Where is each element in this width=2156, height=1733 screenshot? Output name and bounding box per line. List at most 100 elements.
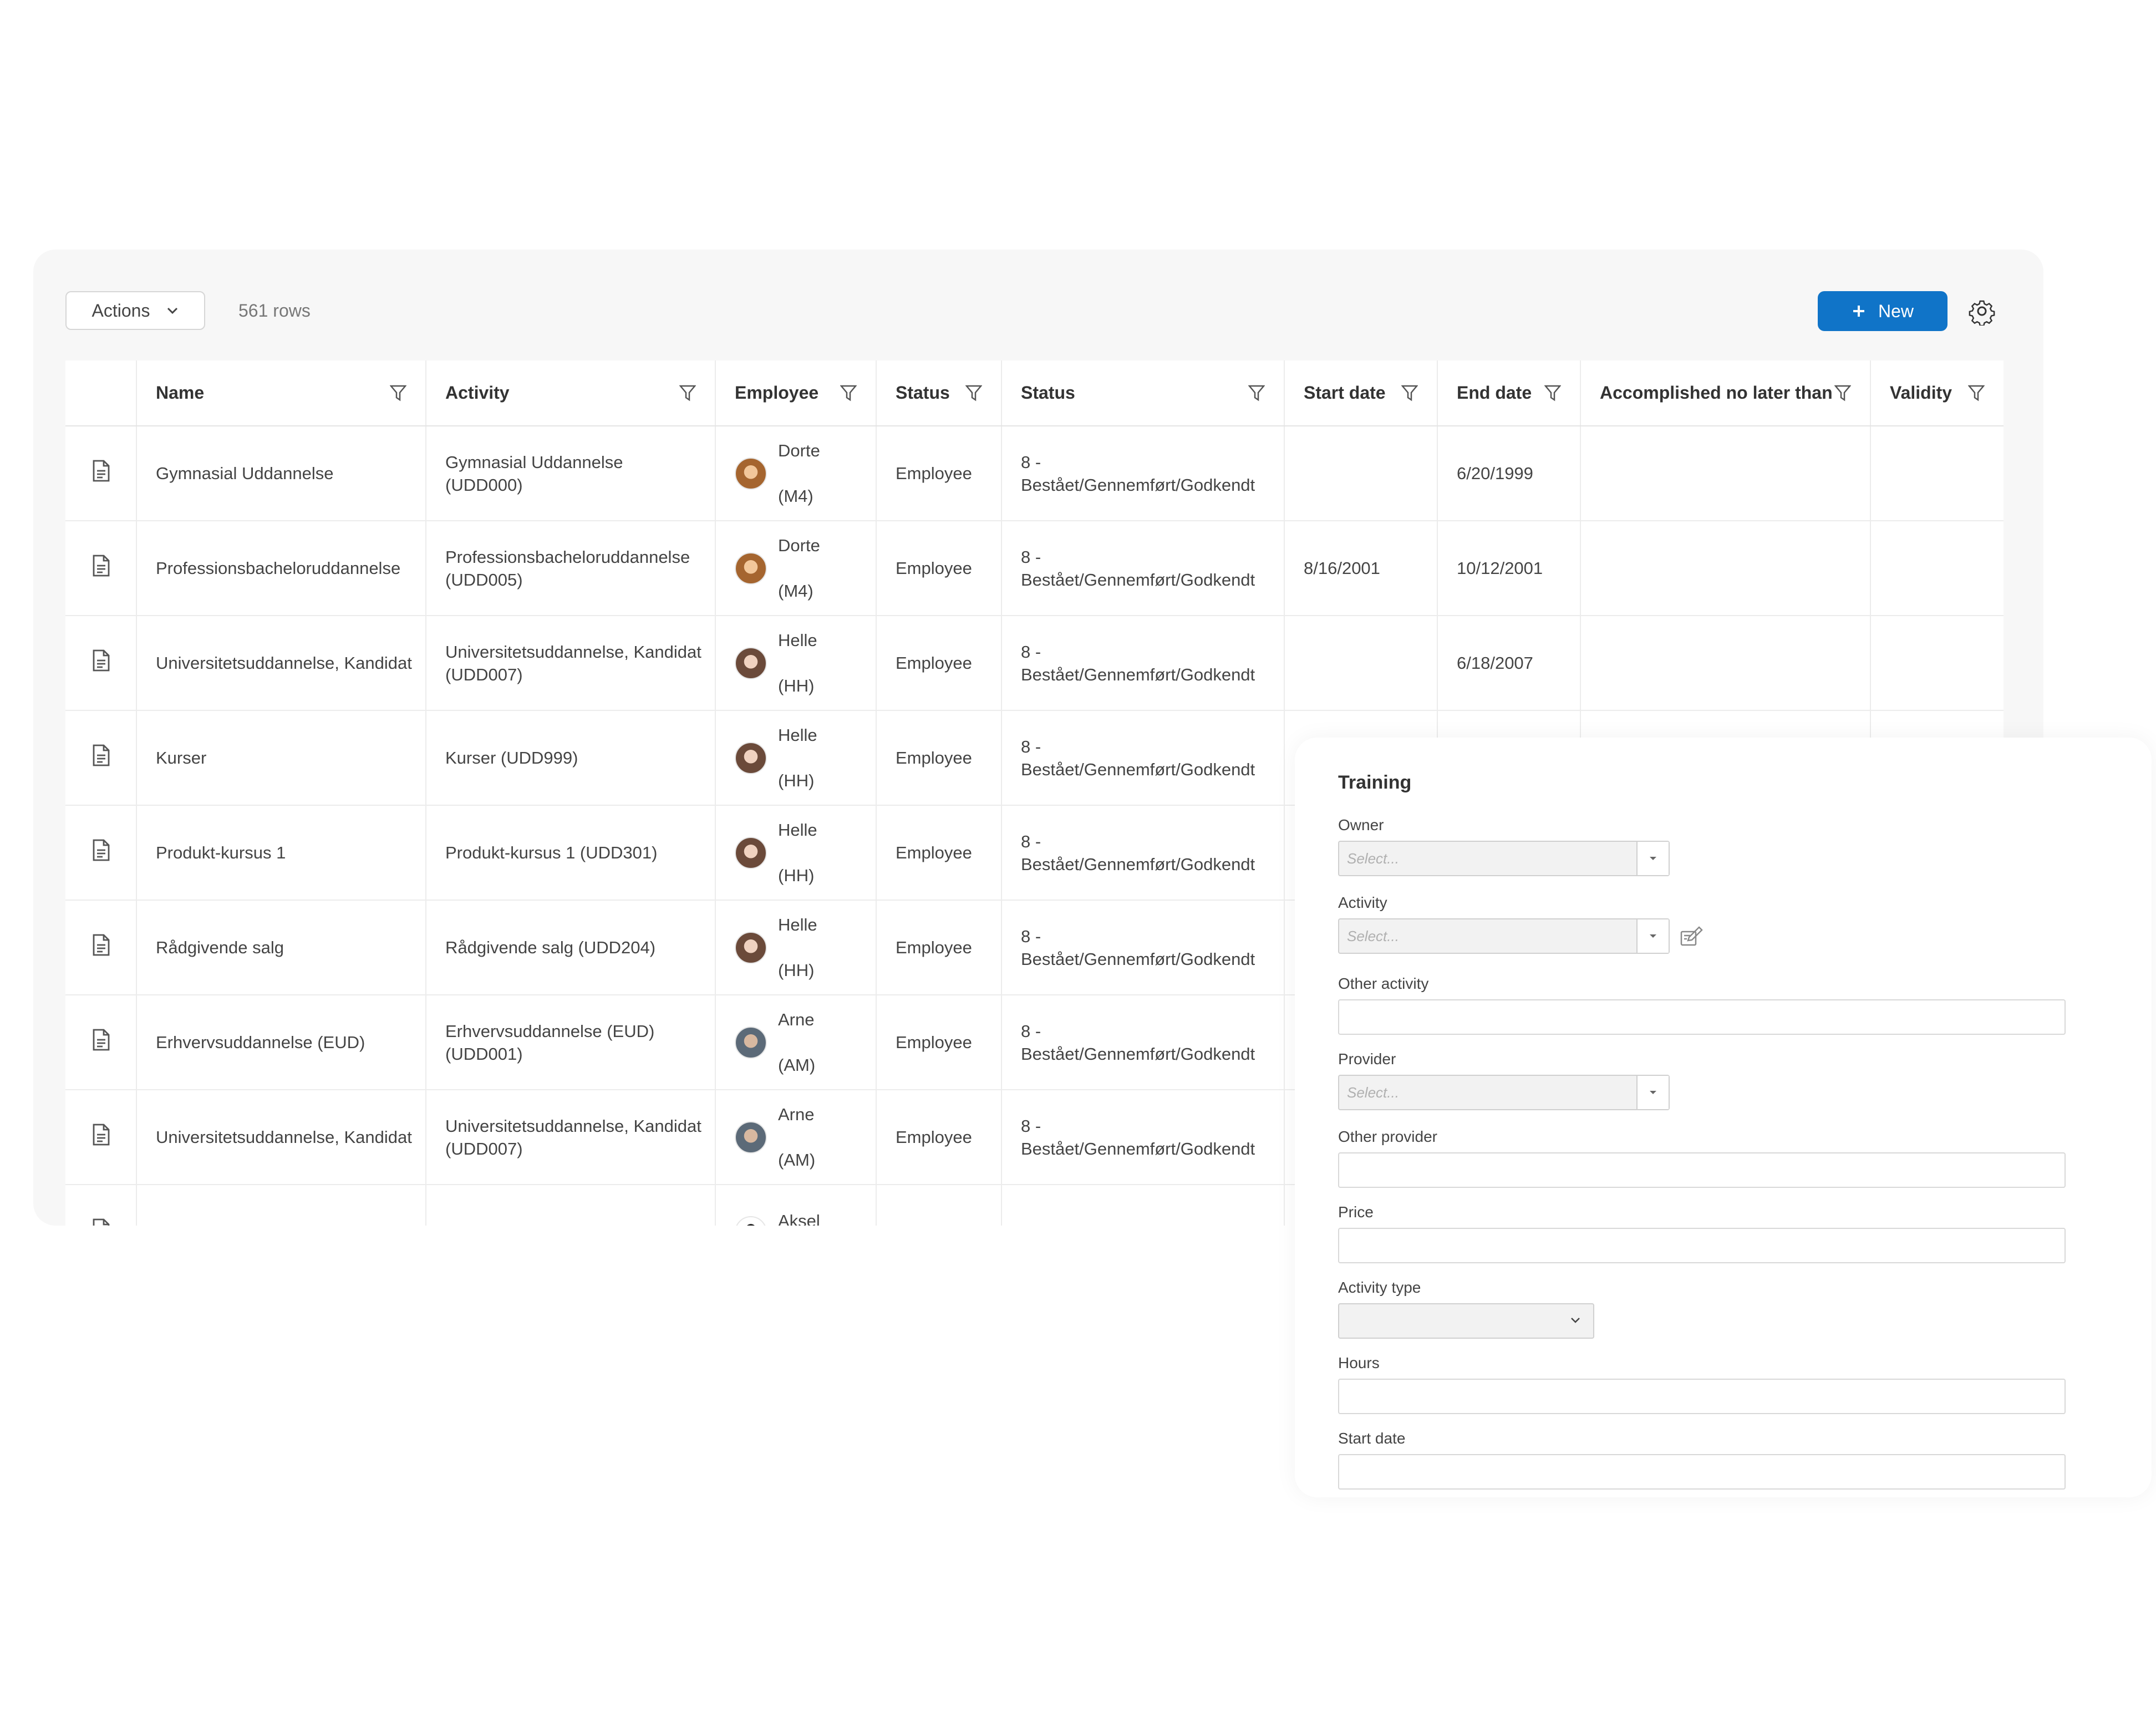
owner-placeholder: Select... — [1347, 850, 1399, 867]
document-icon[interactable] — [91, 744, 110, 766]
filter-icon[interactable] — [1401, 384, 1418, 402]
plus-icon — [1853, 306, 1864, 317]
validity-cell — [1870, 616, 2004, 711]
hours-label: Hours — [1338, 1354, 1380, 1371]
row-document-cell[interactable] — [65, 426, 137, 521]
activity-placeholder: Select... — [1347, 928, 1399, 944]
hours-input[interactable] — [1338, 1379, 2066, 1414]
name-cell: Gymnasial Uddannelse — [136, 426, 426, 521]
chevron-down-icon — [167, 307, 178, 314]
document-icon[interactable] — [91, 1029, 110, 1051]
status-cell: 8 - Bestået/Gennemført/Godkendt — [1001, 995, 1285, 1090]
activity-cell: Produkt-kursus 1 (UDD301) — [426, 805, 716, 901]
chevron-down-icon — [1571, 1318, 1580, 1323]
training-form-panel: Training Owner Select... Activity Select… — [1295, 738, 2152, 1497]
other-provider-input[interactable] — [1338, 1152, 2066, 1188]
new-button[interactable]: New — [1818, 291, 1947, 331]
document-icon[interactable] — [91, 555, 110, 577]
filter-icon[interactable] — [679, 384, 696, 402]
filter-icon[interactable] — [390, 384, 406, 402]
employee-status-cell: Employee — [876, 805, 1002, 901]
avatar — [735, 1026, 767, 1059]
gear-icon[interactable] — [1967, 297, 1996, 326]
end-date-cell: 6/18/2007 — [1437, 616, 1581, 711]
start-date-input[interactable] — [1338, 1454, 2066, 1490]
column-header-activity[interactable]: Activity — [426, 360, 716, 426]
name-cell: Universitetsuddannelse, Kandidat — [136, 616, 426, 711]
document-icon[interactable] — [91, 460, 110, 482]
document-icon[interactable] — [91, 839, 110, 861]
employee-name: Helle — [778, 820, 817, 840]
new-label: New — [1878, 301, 1914, 321]
start-date-cell — [1284, 426, 1438, 521]
employee-status-cell: Employee — [876, 1185, 1002, 1226]
employee-name: Helle — [778, 725, 817, 745]
table-row[interactable]: Gymnasial Uddannelse Gymnasial Uddannelse… — [65, 426, 2004, 521]
filter-icon[interactable] — [1968, 384, 1985, 402]
provider-select[interactable]: Select... — [1338, 1075, 1670, 1110]
start-date-cell: 8/16/2001 — [1284, 521, 1438, 616]
row-document-cell[interactable] — [65, 900, 137, 995]
column-header-employee-status[interactable]: Status — [876, 360, 1002, 426]
other-activity-input[interactable] — [1338, 999, 2066, 1035]
actions-dropdown[interactable]: Actions — [65, 291, 205, 330]
employee-initials: (HH) — [778, 960, 815, 980]
owner-select[interactable]: Select... — [1338, 841, 1670, 876]
employee-status-cell: Employee — [876, 710, 1002, 806]
document-icon[interactable] — [91, 934, 110, 956]
activity-cell: Erhvervsuddannelse (EUD) — [426, 1185, 716, 1226]
edit-icon[interactable] — [1679, 924, 1705, 949]
name-cell: Produkt-kursus 1 — [136, 805, 426, 901]
row-document-cell[interactable] — [65, 521, 137, 616]
employee-status-cell: Employee — [876, 616, 1002, 711]
caret-down-icon — [1636, 842, 1669, 875]
document-icon[interactable] — [91, 1218, 110, 1226]
employee-initials: (HH) — [778, 866, 815, 885]
avatar — [735, 457, 767, 490]
employee-name: Dorte — [778, 441, 820, 460]
activity-type-select[interactable] — [1338, 1303, 1594, 1339]
table-header-row: Name Activity Employee Status Status Sta… — [65, 360, 2004, 426]
document-icon[interactable] — [91, 649, 110, 672]
column-header-name[interactable]: Name — [136, 360, 426, 426]
activity-cell: Universitetsuddannelse, Kandidat (UDD007… — [426, 1090, 716, 1185]
name-cell: Erhvervsuddannelse (EUD) — [136, 1185, 426, 1226]
row-document-cell[interactable] — [65, 616, 137, 711]
row-document-cell[interactable] — [65, 805, 137, 901]
column-header-end-date[interactable]: End date — [1437, 360, 1581, 426]
row-document-cell[interactable] — [65, 710, 137, 806]
row-document-cell[interactable] — [65, 995, 137, 1090]
validity-cell — [1870, 521, 2004, 616]
employee-initials: (HH) — [778, 676, 815, 695]
end-date-cell: 6/20/1999 — [1437, 426, 1581, 521]
activity-cell: Gymnasial Uddannelse (UDD000) — [426, 426, 716, 521]
toolbar: Actions 561 rows New — [65, 291, 1999, 333]
activity-cell: Rådgivende salg (UDD204) — [426, 900, 716, 995]
table-row[interactable]: Universitetsuddannelse, Kandidat Universi… — [65, 616, 2004, 711]
filter-icon[interactable] — [840, 384, 857, 402]
filter-icon[interactable] — [1834, 384, 1851, 402]
row-document-cell[interactable] — [65, 1185, 137, 1226]
status-cell: 8 - Bestået/Gennemført/Godkendt — [1001, 805, 1285, 901]
employee-status-cell: Employee — [876, 1090, 1002, 1185]
table-row[interactable]: Professionsbacheloruddannelse Professions… — [65, 521, 2004, 616]
document-icon[interactable] — [91, 1124, 110, 1146]
filter-icon[interactable] — [1544, 384, 1561, 402]
column-header-validity[interactable]: Validity — [1870, 360, 2004, 426]
status-cell: 8 - Bestået/Gennemført/Godkendt — [1001, 521, 1285, 616]
column-header-accomplished[interactable]: Accomplished no later than — [1580, 360, 1871, 426]
column-header-start-date[interactable]: Start date — [1284, 360, 1438, 426]
column-header-status[interactable]: Status — [1001, 360, 1285, 426]
column-header-employee[interactable]: Employee — [715, 360, 877, 426]
owner-label: Owner — [1338, 816, 1384, 834]
name-cell: Universitetsuddannelse, Kandidat — [136, 1090, 426, 1185]
activity-select[interactable]: Select... — [1338, 918, 1670, 954]
accomplished-cell — [1580, 616, 1871, 711]
row-count: 561 rows — [238, 300, 311, 321]
filter-icon[interactable] — [965, 384, 982, 402]
activity-cell: Professionsbacheloruddannelse (UDD005) — [426, 521, 716, 616]
row-document-cell[interactable] — [65, 1090, 137, 1185]
filter-icon[interactable] — [1248, 384, 1265, 402]
price-input[interactable] — [1338, 1228, 2066, 1263]
employee-cell: Dorte (M4) — [715, 521, 877, 616]
